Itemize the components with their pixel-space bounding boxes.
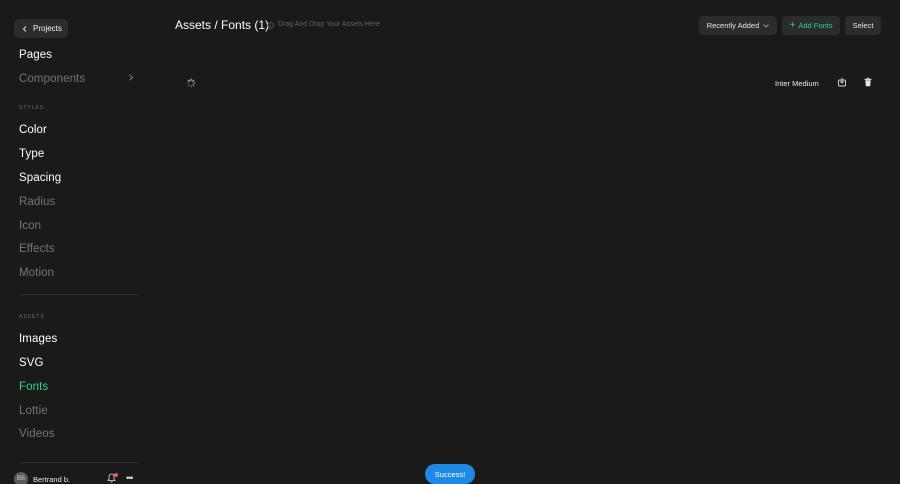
sidebar-item-type[interactable]: Type [19,147,44,161]
sort-dropdown[interactable]: Recently Added [699,16,777,35]
sidebar-item-motion[interactable]: Motion [19,266,54,280]
sidebar-item-color[interactable]: Color [19,123,47,137]
sidebar-divider [19,294,139,295]
chevron-right-icon[interactable] [128,74,134,81]
download-icon[interactable] [837,77,847,87]
sidebar-item-icon[interactable]: Icon [19,219,41,233]
loading-spinner-icon [186,78,196,88]
user-row: BB Bertrand b. ••• [14,472,144,484]
sidebar-item-images[interactable]: Images [19,332,57,346]
sidebar: Projects Pages Components STYLES Color T… [0,0,155,484]
select-button[interactable]: Select [845,16,881,35]
sidebar-item-components[interactable]: Components [19,72,85,86]
success-toast: Success! [425,464,475,484]
trash-icon[interactable] [863,77,873,87]
chevron-left-icon [22,25,27,32]
app-window: Projects Pages Components STYLES Color T… [0,0,900,484]
sidebar-item-videos[interactable]: Videos [19,427,55,441]
more-options-icon[interactable]: ••• [126,473,134,483]
sidebar-item-pages[interactable]: Pages [19,48,52,62]
page-title: Assets / Fonts (1) [175,18,270,32]
section-label-assets: ASSETS [19,314,45,320]
sidebar-item-lottie[interactable]: Lottie [19,404,48,418]
user-name: Bertrand b. [33,475,71,484]
sidebar-item-fonts[interactable]: Fonts [19,380,48,394]
font-item-name[interactable]: Inter Medium [775,79,819,88]
notification-dot [114,473,118,477]
sidebar-item-effects[interactable]: Effects [19,242,55,256]
section-label-styles: STYLES [19,105,45,111]
plus-icon: + [789,19,796,31]
avatar[interactable]: BB [14,472,28,484]
back-label: Projects [33,24,62,33]
add-fonts-button[interactable]: + Add Fonts [782,16,840,35]
chevron-down-icon [763,23,770,28]
back-to-projects-button[interactable]: Projects [14,19,68,38]
sort-label: Recently Added [706,21,760,30]
sidebar-item-spacing[interactable]: Spacing [19,171,61,185]
drag-drop-hint: Drag And Drop Your Assets Here [278,21,380,28]
sidebar-divider-bottom [19,462,139,463]
info-icon [267,22,274,29]
sidebar-item-svg[interactable]: SVG [19,356,44,370]
sidebar-item-radius[interactable]: Radius [19,195,55,209]
add-fonts-label: Add Fonts [798,21,833,30]
